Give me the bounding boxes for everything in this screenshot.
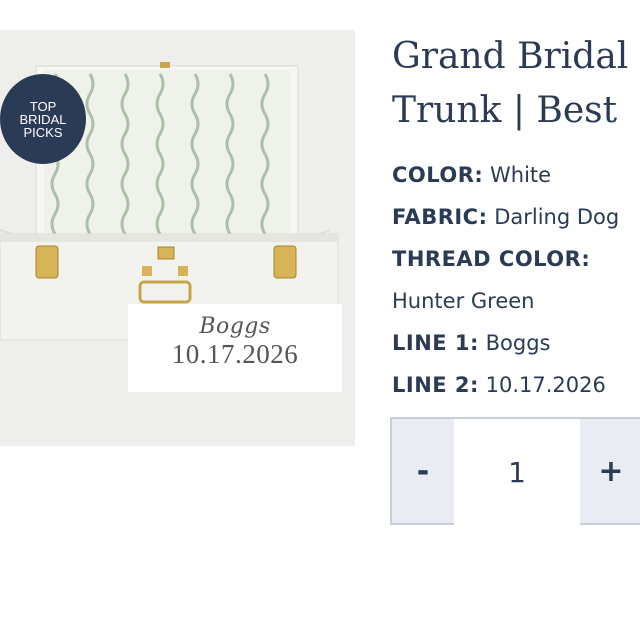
monogram-preview: Boggs 10.17.2026 xyxy=(128,304,342,392)
option-label: LINE 1: xyxy=(392,331,479,355)
top-bridal-picks-badge: TOP BRIDAL PICKS xyxy=(0,74,86,164)
option-thread-color: THREAD COLOR: xyxy=(392,247,590,271)
option-label: COLOR: xyxy=(392,163,484,187)
option-value: Boggs xyxy=(485,331,551,355)
quantity-stepper: - + xyxy=(390,417,640,525)
option-line-1: LINE 1: Boggs xyxy=(392,331,550,355)
option-fabric: FABRIC: Darling Dog xyxy=(392,205,619,229)
product-title-line: Grand Bridal xyxy=(392,36,629,77)
badge-line: PICKS xyxy=(23,124,63,140)
badge-line: TOP xyxy=(29,98,57,114)
monogram-name: Boggs xyxy=(199,314,271,339)
product-title: Grand Bridal Trunk | Best xyxy=(392,30,640,138)
badge-line: BRIDAL xyxy=(19,111,67,127)
option-value: Hunter Green xyxy=(392,289,535,313)
increase-quantity-button[interactable]: + xyxy=(580,419,640,523)
option-value: 10.17.2026 xyxy=(485,373,606,397)
option-value: Darling Dog xyxy=(494,205,620,229)
product-title-line: Trunk | Best xyxy=(392,90,618,131)
product-image[interactable]: TOP BRIDAL PICKS Boggs 10.17.2026 xyxy=(0,30,355,446)
decrease-quantity-button[interactable]: - xyxy=(392,419,454,523)
option-label: LINE 2: xyxy=(392,373,479,397)
quantity-input[interactable] xyxy=(454,419,580,525)
option-thread-color-value: Hunter Green xyxy=(392,289,534,313)
option-label: THREAD COLOR: xyxy=(392,247,591,271)
option-color: COLOR: White xyxy=(392,163,551,187)
option-label: FABRIC: xyxy=(392,205,488,229)
option-value: White xyxy=(490,163,552,187)
option-line-2: LINE 2: 10.17.2026 xyxy=(392,373,606,397)
monogram-date: 10.17.2026 xyxy=(171,339,299,369)
